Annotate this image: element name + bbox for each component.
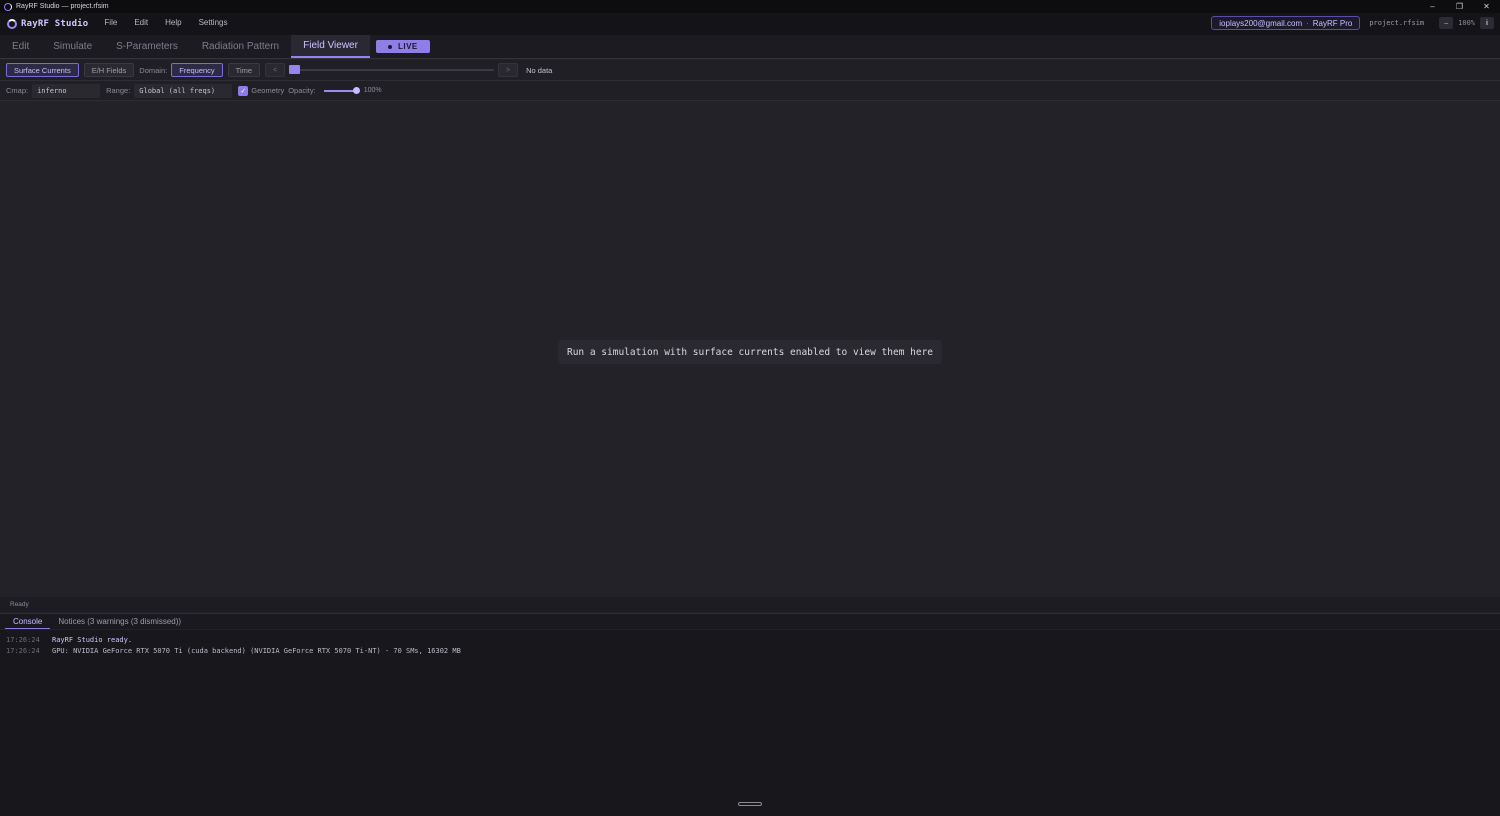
menubar: File Edit Help Settings	[104, 18, 244, 27]
next-step-button[interactable]: >	[498, 63, 519, 77]
opacity-label: Opacity:	[288, 86, 316, 95]
tab-s-parameters[interactable]: S-Parameters	[104, 35, 190, 58]
live-dot-icon	[387, 44, 392, 49]
geometry-label: Geometry	[251, 86, 285, 95]
eh-fields-button[interactable]: E/H Fields	[83, 63, 135, 77]
tab-console[interactable]: Console	[5, 614, 51, 629]
logo-icon	[7, 19, 17, 29]
log-time: 17:26:24	[6, 647, 40, 655]
tab-field-viewer[interactable]: Field Viewer	[291, 35, 370, 58]
brand-name: RayRF Studio	[21, 19, 89, 29]
header-right: ioplays200@gmail.com · RayRF Pro project…	[1211, 16, 1494, 30]
domain-label: Domain:	[139, 65, 168, 75]
brand: RayRF Studio	[7, 19, 88, 29]
field-toolbar: Surface Currents E/H Fields Domain: Freq…	[0, 60, 1500, 81]
time-button[interactable]: Time	[227, 63, 261, 77]
log-message: RayRF Studio ready.	[52, 636, 133, 644]
cmap-select[interactable]: inferno	[32, 83, 101, 98]
log-time: 17:26:24	[6, 636, 40, 644]
statusbar: Ready	[0, 597, 1500, 612]
window-title: RayRF Studio — project.rfsim	[16, 3, 109, 10]
info-button[interactable]: i	[1480, 17, 1494, 29]
status-text: Ready	[10, 601, 29, 608]
bottom-panel-tabs: Console Notices (3 warnings (3 dismissed…	[0, 613, 1500, 629]
field-viewport[interactable]: Run a simulation with surface currents e…	[0, 102, 1500, 596]
empty-state-message: Run a simulation with surface currents e…	[558, 340, 942, 364]
opacity-value: 100%	[363, 87, 382, 94]
prev-step-button[interactable]: <	[265, 63, 286, 77]
live-badge[interactable]: LIVE	[375, 40, 430, 53]
tab-simulate[interactable]: Simulate	[41, 35, 104, 58]
app-icon	[4, 2, 12, 11]
opacity-slider[interactable]	[323, 86, 360, 96]
range-label: Range:	[106, 86, 131, 95]
tab-edit[interactable]: Edit	[0, 35, 41, 58]
log-line: 17:26:24 GPU: NVIDIA GeForce RTX 5070 Ti…	[6, 646, 1494, 657]
project-name: project.rfsim	[1369, 19, 1425, 27]
menu-settings[interactable]: Settings	[199, 18, 228, 27]
opacity-fill	[323, 89, 357, 92]
account-email: ioplays200@gmail.com	[1219, 18, 1303, 28]
menu-help[interactable]: Help	[165, 18, 181, 27]
geometry-checkbox[interactable]: ✓	[238, 85, 249, 96]
data-status: No data	[526, 65, 553, 75]
zoom-level: 100%	[1458, 19, 1475, 27]
console-output: 17:26:24 RayRF Studio ready. 17:26:24 GP…	[0, 630, 1500, 816]
slider-track	[289, 69, 495, 71]
frequency-slider[interactable]	[289, 63, 495, 77]
os-titlebar: RayRF Studio — project.rfsim – ❐ ✕	[0, 0, 1500, 13]
log-line: 17:26:24 RayRF Studio ready.	[6, 635, 1494, 646]
tab-notices[interactable]: Notices (3 warnings (3 dismissed))	[50, 614, 189, 629]
account-plan: RayRF Pro	[1312, 18, 1353, 28]
range-select[interactable]: Global (all freqs)	[134, 83, 233, 98]
surface-currents-button[interactable]: Surface Currents	[6, 63, 79, 77]
minimize-icon[interactable]: –	[1419, 0, 1446, 13]
menu-file[interactable]: File	[104, 18, 117, 27]
tab-radiation-pattern[interactable]: Radiation Pattern	[190, 35, 291, 58]
zoom-out-button[interactable]: –	[1439, 17, 1454, 29]
restore-icon[interactable]: ❐	[1446, 0, 1473, 13]
app-header: RayRF Studio File Edit Help Settings iop…	[0, 13, 1500, 35]
close-icon[interactable]: ✕	[1473, 0, 1500, 13]
slider-thumb[interactable]	[289, 65, 301, 74]
opacity-thumb[interactable]	[352, 86, 360, 94]
frequency-button[interactable]: Frequency	[171, 63, 223, 77]
menu-edit[interactable]: Edit	[134, 18, 148, 27]
display-toolbar: Cmap: inferno Range: Global (all freqs) …	[0, 81, 1500, 101]
panel-resize-handle[interactable]	[738, 802, 762, 806]
log-message: GPU: NVIDIA GeForce RTX 5070 Ti (cuda ba…	[52, 647, 461, 655]
window-controls: – ❐ ✕	[1419, 0, 1500, 13]
cmap-label: Cmap:	[6, 86, 29, 95]
account-separator: ·	[1306, 18, 1309, 28]
live-label: LIVE	[397, 42, 418, 51]
main-tabbar: Edit Simulate S-Parameters Radiation Pat…	[0, 35, 1500, 59]
account-button[interactable]: ioplays200@gmail.com · RayRF Pro	[1211, 16, 1361, 30]
